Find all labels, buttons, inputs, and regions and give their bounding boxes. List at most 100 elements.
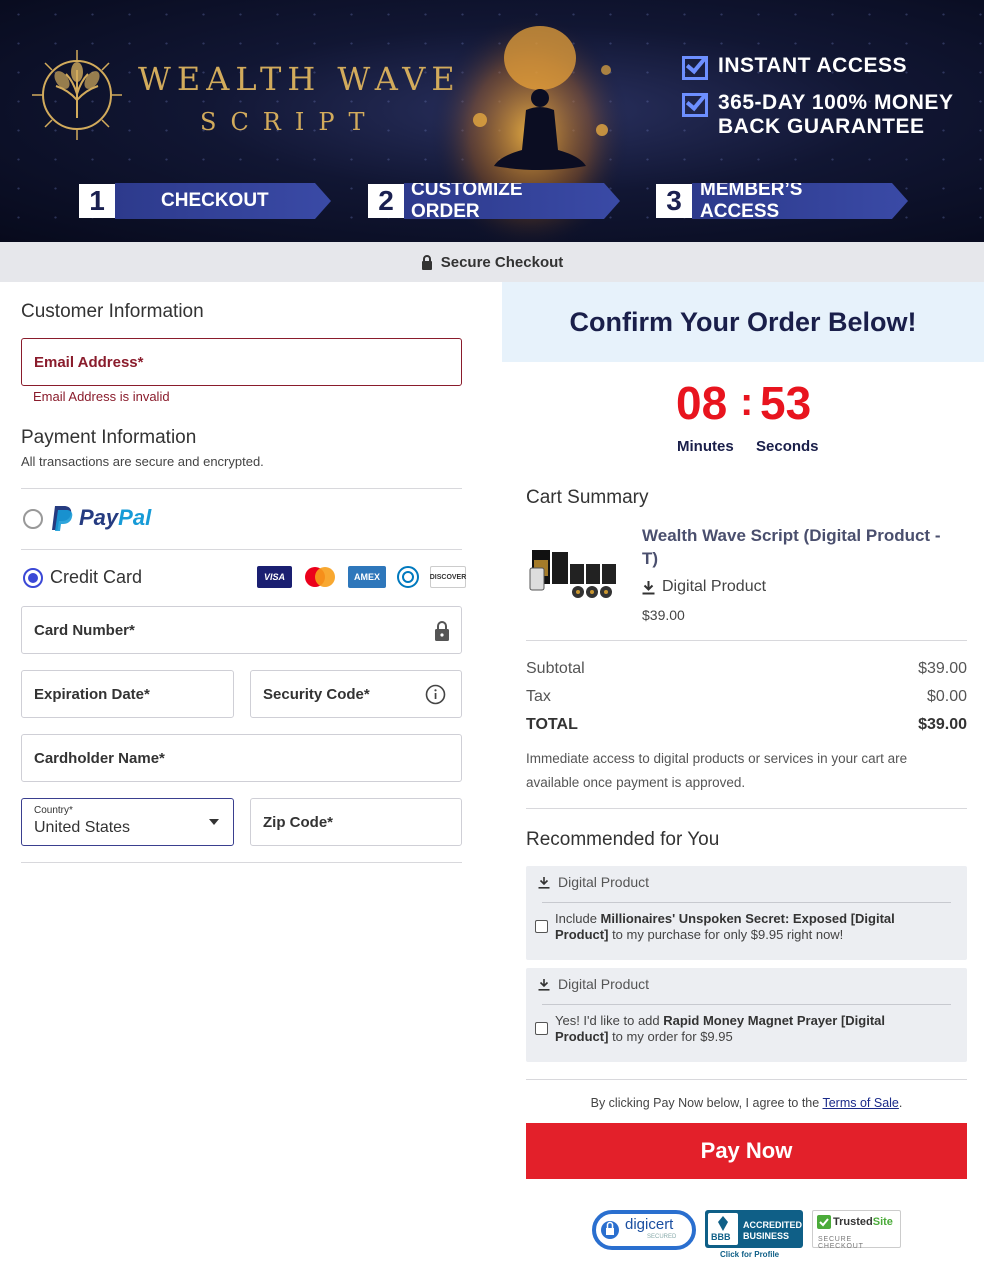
diners-club-icon [397,566,419,588]
timer-seconds-label: Seconds [756,438,819,455]
brand-line-2: SCRIPT [200,108,379,136]
timer-colon: : [740,380,754,424]
download-icon [642,580,655,594]
access-note: Immediate access to digital products or … [526,751,908,790]
card-logos: VISA AMEX DISCOVER [257,566,466,588]
country-label: Country* [34,805,73,816]
step-number: 3 [656,184,692,218]
step-label: CHECKOUT [115,183,331,219]
step-number: 2 [368,184,404,218]
rec2-text[interactable]: Yes! I'd like to add Rapid Money Magnet … [555,1013,927,1045]
divider [526,808,967,809]
recommendation-card-1: Digital Product Include Millionaires' Un… [526,866,967,960]
lock-icon [435,621,449,641]
divider [21,488,462,489]
timer-minutes: 08 [676,377,728,429]
step-checkout: 1 CHECKOUT [79,180,331,222]
zip-code-field[interactable]: Zip Code* [250,798,462,846]
checkout-page: WEALTH WAVE SCRIPT INSTANT ACCESS 365-DA… [0,0,984,1280]
security-code-field[interactable]: Security Code* [250,670,462,718]
credit-card-radio[interactable] [23,568,43,588]
expiration-date-field[interactable]: Expiration Date* [21,670,234,718]
tree-logo-icon [32,50,122,140]
step-label: MEMBER’S ACCESS [692,183,908,219]
divider [542,902,951,903]
bbb-text: ACCREDITED BUSINESS [743,1220,803,1241]
terms-of-sale-link[interactable]: Terms of Sale [822,1096,898,1110]
download-icon [538,876,550,889]
brand-line-1: WEALTH WAVE [138,60,461,98]
terms-text: By clicking Pay Now below, I agree to th… [590,1096,903,1110]
total-row: TOTAL $39.00 [526,716,967,733]
recommended-title: Recommended for You [526,829,720,850]
trustedsite-badge[interactable]: TrustedSite SECURE CHECKOUT [812,1210,901,1250]
guarantee-text: 365-DAY 100% MONEY BACK GUARANTEE [718,91,954,138]
rec-type: Digital Product [538,874,649,890]
rec1-checkbox[interactable] [535,920,548,933]
zip-placeholder: Zip Code* [263,813,333,831]
divider [21,549,462,550]
check-shield-icon [817,1215,831,1229]
digicert-badge[interactable]: digicert SECURED [592,1208,696,1252]
pay-now-button[interactable]: Pay Now [526,1123,967,1179]
credit-card-label[interactable]: Credit Card [50,567,142,588]
rec-type: Digital Product [538,976,649,992]
guarantee-text: INSTANT ACCESS [718,54,908,77]
lock-icon [421,254,432,270]
divider [542,1004,951,1005]
step-number: 1 [79,184,115,218]
info-icon[interactable] [425,684,446,705]
tax-row: Tax $0.00 [526,688,967,705]
step-label: CUSTOMIZE ORDER [404,183,620,219]
product-type: Digital Product [642,578,766,596]
discover-icon: DISCOVER [430,566,466,588]
chevron-down-icon [209,819,219,825]
recommendation-card-2: Digital Product Yes! I'd like to add Rap… [526,968,967,1062]
security-code-placeholder: Security Code* [263,685,370,703]
paypal-radio[interactable] [23,509,43,529]
country-value: United States [34,819,131,836]
confirm-order-banner: Confirm Your Order Below! [502,282,984,362]
secure-checkout-label: Secure Checkout [440,253,564,271]
product-price: $39.00 [642,607,685,623]
bbb-logo-icon: BBB [708,1213,738,1245]
step-customize-order: 2 CUSTOMIZE ORDER [368,180,620,222]
card-number-placeholder: Card Number* [34,621,135,639]
card-number-field[interactable]: Card Number* [21,606,462,654]
cart-summary-title: Cart Summary [526,487,649,508]
paypal-option[interactable]: PayPal [50,504,151,532]
expiration-placeholder: Expiration Date* [34,685,150,703]
torch-icon [718,1216,728,1231]
payment-info-subtitle: All transactions are secure and encrypte… [21,454,264,469]
product-image [529,550,616,598]
checkbox-checked-icon [682,56,708,80]
digicert-text: digicert [625,1216,674,1233]
visa-icon: VISA [257,566,292,588]
email-field[interactable]: Email Address* [21,338,462,386]
secure-checkout-bar: Secure Checkout [0,242,984,282]
header-banner: WEALTH WAVE SCRIPT INSTANT ACCESS 365-DA… [0,0,984,242]
paypal-label: PayPal [79,505,152,530]
trustedsite-sub: SECURE CHECKOUT [818,1236,864,1250]
cardholder-name-field[interactable]: Cardholder Name* [21,734,462,782]
timer-seconds: 53 [760,377,812,429]
guarantee-money-back: 365-DAY 100% MONEY BACK GUARANTEE [682,91,953,139]
subtotal-row: Subtotal $39.00 [526,660,967,677]
customer-info-title: Customer Information [21,301,204,322]
digicert-sub: SECURED [647,1234,677,1240]
bbb-profile-link[interactable]: Click for Profile [720,1250,779,1259]
download-icon [538,978,550,991]
bbb-logo-text: BBB [711,1232,731,1242]
guarantee-instant-access: INSTANT ACCESS [682,54,907,80]
country-select[interactable]: Country* United States [21,798,234,846]
timer-minutes-label: Minutes [677,438,734,455]
rec1-text[interactable]: Include Millionaires' Unspoken Secret: E… [555,911,927,943]
bbb-badge[interactable]: BBB ACCREDITED BUSINESS [705,1210,803,1248]
payment-info-title: Payment Information [21,427,197,448]
amex-icon: AMEX [348,566,386,588]
rec2-checkbox[interactable] [535,1022,548,1035]
email-placeholder: Email Address* [34,353,144,371]
divider [21,862,462,863]
cardholder-placeholder: Cardholder Name* [34,749,165,767]
trustedsite-text: TrustedSite [833,1216,893,1228]
